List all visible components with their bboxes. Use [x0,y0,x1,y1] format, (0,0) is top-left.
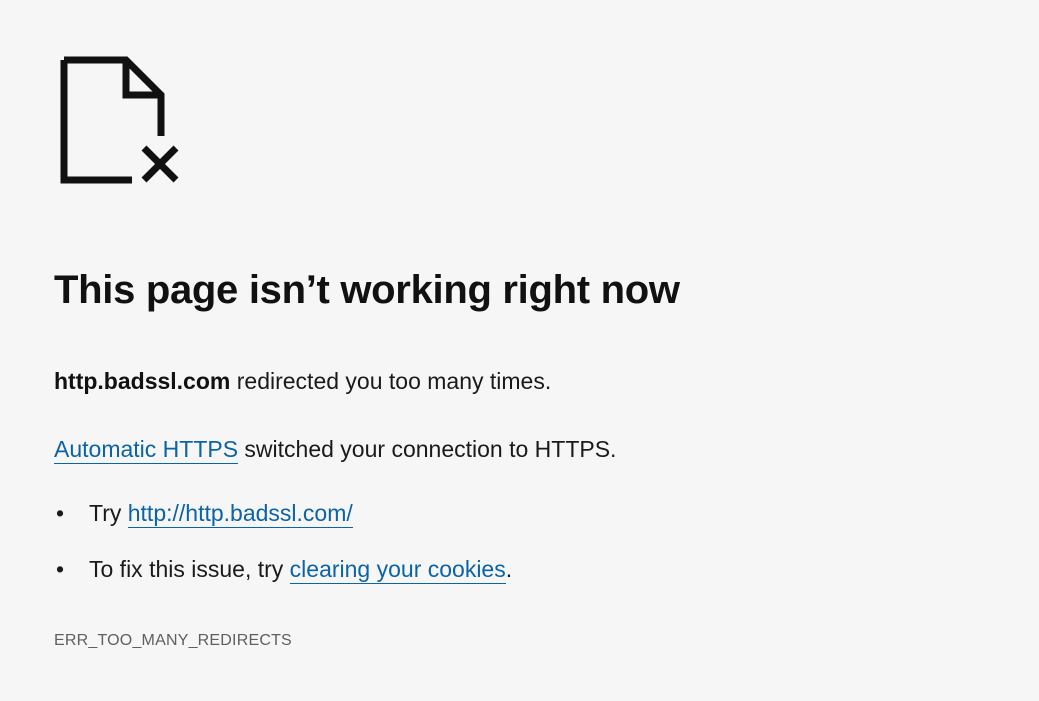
page-title: This page isn’t working right now [54,268,680,312]
redirect-text: redirected you too many times. [230,368,552,394]
suggestion-prefix: To fix this issue, try [89,556,290,582]
clear-cookies-link[interactable]: clearing your cookies [289,556,506,584]
suggestion-prefix: Try [89,500,128,526]
site-host: http.badssl.com [54,368,231,394]
suggestion-clear-cookies: • To fix this issue, try clearing your c… [54,556,512,612]
bullet: • [56,500,65,526]
bullet: • [56,556,65,582]
https-message: Automatic HTTPS switched your connection… [54,436,617,464]
http-url-link[interactable]: http://http.badssl.com/ [127,500,353,528]
suggestions-list: • Try http://http.badssl.com/ • To fix t… [54,500,512,612]
https-text: switched your connection to HTTPS. [238,436,617,462]
broken-page-icon [60,56,179,184]
suggestion-suffix: . [505,556,513,582]
redirect-message: http.badssl.com redirected you too many … [54,368,551,395]
error-code: ERR_TOO_MANY_REDIRECTS [54,632,292,649]
suggestion-try-http: • Try http://http.badssl.com/ [54,500,512,556]
automatic-https-link[interactable]: Automatic HTTPS [54,436,239,464]
error-page: This page isn’t working right now http.b… [0,0,1039,701]
